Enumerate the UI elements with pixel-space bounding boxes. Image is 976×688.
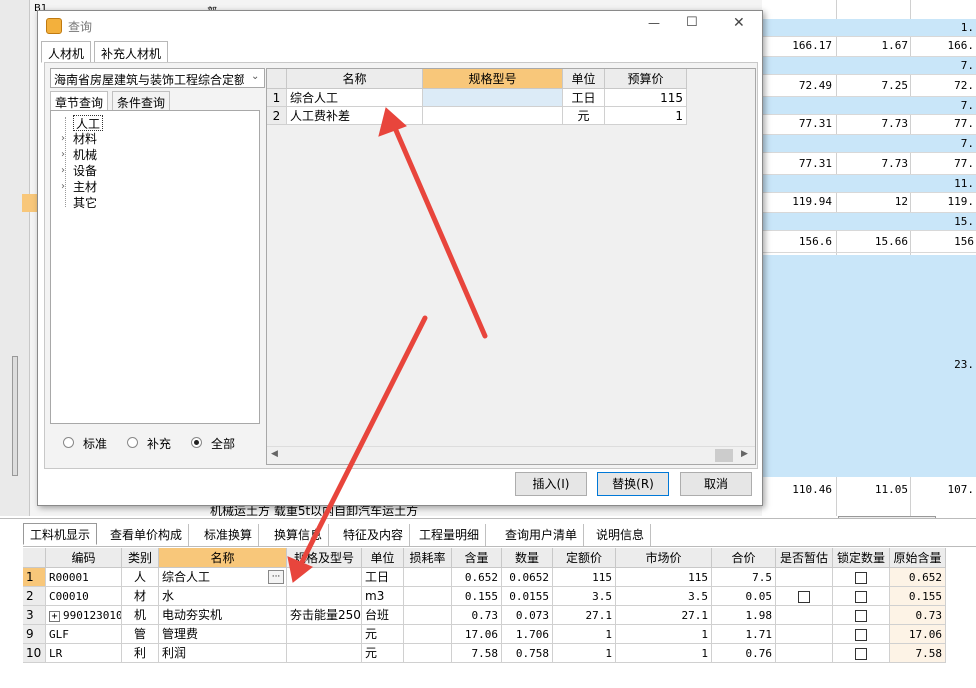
arrow-to-ellipsis (297, 315, 428, 569)
annotation-arrows (287, 107, 488, 583)
arrow-head-top (378, 107, 407, 137)
arrow-to-spec-cell (392, 125, 488, 339)
